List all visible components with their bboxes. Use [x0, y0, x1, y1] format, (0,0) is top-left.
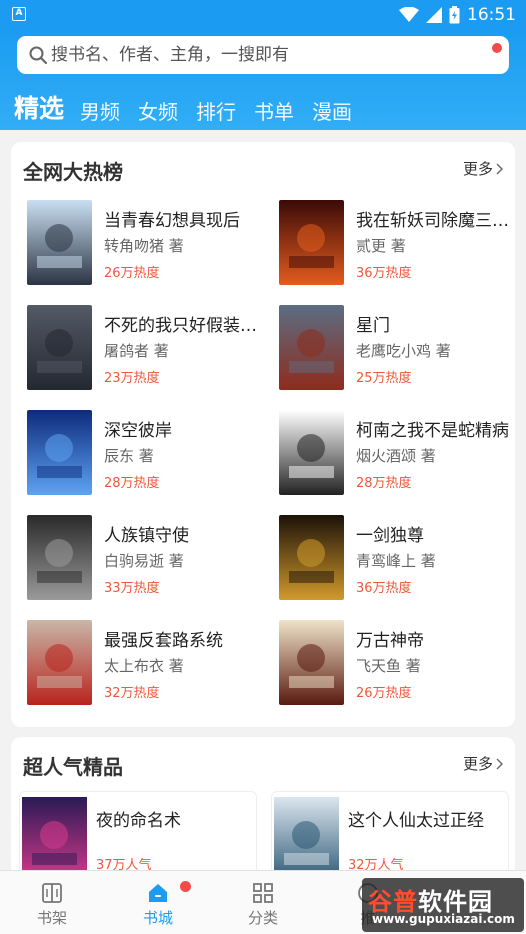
book-item[interactable]: 当青春幻想具现后转角吻猪 著 26万热度 — [27, 200, 267, 286]
nav-bookshelf[interactable]: 书架 — [0, 871, 104, 934]
popular-book-item[interactable]: 这个人仙太过正经 32万人气 — [271, 791, 509, 877]
book-item[interactable]: 万古神帝飞天鱼 著 26万热度 — [279, 620, 519, 706]
book-heat: 28万热度 — [356, 476, 412, 491]
wifi-icon — [399, 7, 419, 22]
bookshelf-icon — [42, 883, 62, 903]
nav-label: 书城 — [142, 909, 173, 927]
book-heat: 25万热度 — [356, 371, 412, 386]
book-cover[interactable] — [27, 620, 92, 705]
status-time: 16:51 — [467, 5, 516, 25]
book-author: 青鸾峰上 著 — [356, 552, 436, 570]
book-title[interactable]: 不死的我只好假装无敌 — [104, 311, 269, 336]
book-item[interactable]: 不死的我只好假装无敌屠鸽者 著 23万热度 — [27, 305, 269, 391]
book-cover[interactable] — [279, 515, 344, 600]
more-label: 更多 — [462, 160, 493, 178]
book-title[interactable]: 我在斩妖司除魔三十年 — [356, 206, 521, 231]
book-author: 辰东 著 — [104, 447, 154, 465]
search-input[interactable]: 搜书名、作者、主角，一搜即有 — [51, 36, 289, 74]
book-item[interactable]: 人族镇守使白驹易逝 著 33万热度 — [27, 515, 267, 601]
notification-dot — [180, 881, 191, 892]
book-title[interactable]: 最强反套路系统 — [104, 626, 269, 651]
popular-section: 超人气精品 更多 夜的命名术 37万人气 这个人仙太过正经 32万人气 — [11, 737, 515, 877]
book-cover[interactable] — [27, 410, 92, 495]
section-title: 超人气精品 — [23, 755, 123, 779]
tab-featured[interactable]: 精选 — [14, 92, 64, 126]
chevron-right-icon — [496, 758, 503, 769]
book-item[interactable]: 深空彼岸辰东 著 28万热度 — [27, 410, 267, 496]
popular-row: 夜的命名术 37万人气 这个人仙太过正经 32万人气 — [11, 791, 515, 877]
more-label: 更多 — [462, 755, 493, 773]
site-watermark: 谷普软件园 www.gupuxiazai.com — [362, 878, 524, 932]
book-heat: 32万热度 — [104, 686, 160, 701]
nav-category[interactable]: 分类 — [211, 871, 315, 934]
popular-book-item[interactable]: 夜的命名术 37万人气 — [19, 791, 257, 877]
book-heat: 26万热度 — [104, 266, 160, 281]
tab-ranking[interactable]: 排行 — [196, 98, 236, 126]
book-author: 转角吻猪 著 — [104, 237, 184, 255]
book-cover[interactable] — [22, 797, 87, 877]
book-title[interactable]: 人族镇守使 — [104, 521, 269, 546]
category-grid-icon — [253, 883, 273, 903]
bookstore-home-icon — [149, 884, 167, 902]
book-author: 烟火酒颂 著 — [356, 447, 436, 465]
book-author: 屠鸽者 著 — [104, 342, 169, 360]
nav-label: 分类 — [247, 909, 278, 927]
book-heat: 23万热度 — [104, 371, 160, 386]
nav-bookstore[interactable]: 书城 — [106, 871, 210, 934]
book-cover[interactable] — [279, 410, 344, 495]
channel-tabs: 精选 男频 女频 排行 书单 漫画 — [14, 86, 370, 126]
hot-list-section: 全网大热榜 更多 当青春幻想具现后转角吻猪 著 26万热度 我在斩妖司除魔三十年贰更… — [11, 142, 521, 727]
watermark-url: www.gupuxiazai.com — [372, 912, 515, 926]
more-link[interactable]: 更多 — [463, 753, 503, 774]
book-author: 太上布衣 著 — [104, 657, 184, 675]
book-title[interactable]: 柯南之我不是蛇精病 — [356, 416, 521, 441]
book-heat: 28万热度 — [104, 476, 160, 491]
book-item[interactable]: 柯南之我不是蛇精病烟火酒颂 著 28万热度 — [279, 410, 519, 496]
nav-label: 书架 — [36, 909, 67, 927]
status-bar: A 16:51 — [0, 0, 526, 30]
tab-comics[interactable]: 漫画 — [312, 98, 352, 126]
tab-male[interactable]: 男频 — [80, 98, 120, 126]
book-heat: 26万热度 — [356, 686, 412, 701]
book-heat: 36万热度 — [356, 266, 412, 281]
book-title[interactable]: 星门 — [356, 311, 521, 336]
search-badge-dot — [492, 43, 502, 53]
battery-icon — [449, 6, 460, 24]
header: 搜书名、作者、主角，一搜即有 精选 男频 女频 排行 书单 漫画 — [0, 30, 526, 130]
book-author: 老鹰吃小鸡 著 — [356, 342, 451, 360]
book-author: 飞天鱼 著 — [356, 657, 421, 675]
book-title[interactable]: 夜的命名术 — [96, 806, 181, 831]
book-cover[interactable] — [279, 305, 344, 390]
book-cover[interactable] — [279, 620, 344, 705]
book-author: 贰更 著 — [356, 237, 406, 255]
book-item[interactable]: 星门老鹰吃小鸡 著 25万热度 — [279, 305, 519, 391]
book-heat: 33万热度 — [104, 581, 160, 596]
book-cover[interactable] — [274, 797, 339, 877]
notification-icon: A — [12, 7, 26, 21]
book-title[interactable]: 这个人仙太过正经 — [348, 806, 484, 831]
book-heat: 36万热度 — [356, 581, 412, 596]
book-cover[interactable] — [279, 200, 344, 285]
book-cover[interactable] — [27, 515, 92, 600]
signal-icon — [426, 7, 442, 23]
book-cover[interactable] — [27, 305, 92, 390]
search-icon — [29, 46, 48, 65]
book-title[interactable]: 一剑独尊 — [356, 521, 521, 546]
tab-female[interactable]: 女频 — [138, 98, 178, 126]
book-item[interactable]: 一剑独尊青鸾峰上 著 36万热度 — [279, 515, 519, 601]
section-title: 全网大热榜 — [23, 160, 123, 184]
chevron-right-icon — [496, 163, 503, 174]
book-title[interactable]: 万古神帝 — [356, 626, 521, 651]
book-author: 白驹易逝 著 — [104, 552, 184, 570]
tab-booklist[interactable]: 书单 — [254, 98, 294, 126]
book-cover[interactable] — [27, 200, 92, 285]
search-bar[interactable]: 搜书名、作者、主角，一搜即有 — [17, 36, 509, 74]
book-title[interactable]: 当青春幻想具现后 — [104, 206, 269, 231]
book-item[interactable]: 最强反套路系统太上布衣 著 32万热度 — [27, 620, 267, 706]
book-item[interactable]: 我在斩妖司除魔三十年贰更 著 36万热度 — [279, 200, 521, 286]
more-link[interactable]: 更多 — [463, 158, 503, 179]
book-title[interactable]: 深空彼岸 — [104, 416, 269, 441]
